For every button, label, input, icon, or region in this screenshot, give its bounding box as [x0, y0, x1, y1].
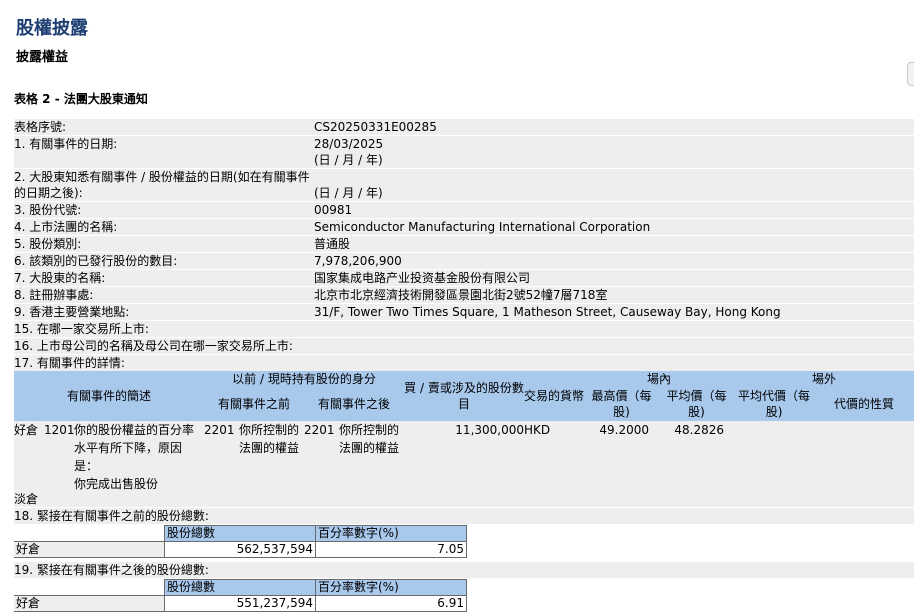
table-row: 好倉 1201 你的股份權益的百分率 水平有所下降，原因 是： 你完成出售股份 …: [14, 421, 914, 493]
field-label: 表格序號:: [14, 120, 67, 134]
avg-consideration-cell: [734, 421, 815, 493]
field-label: 9. 香港主要營業地點:: [14, 305, 130, 319]
field-label: 3. 股份代號:: [14, 203, 82, 217]
field-label: 8. 註冊辦事處:: [14, 288, 94, 302]
field-label-cont: 的日期之後):: [14, 186, 83, 200]
header-percentage: 百分率數字(%): [315, 525, 467, 542]
shares-cell: 11,300,000: [404, 421, 525, 493]
position-cell: 好倉: [14, 541, 165, 558]
desc-line: 水平有所下降，原因: [74, 441, 183, 455]
percentage-cell: 6.91: [315, 595, 467, 612]
header-total-shares: 股份總數: [164, 579, 316, 596]
total-shares-cell: 551,237,594: [164, 595, 316, 612]
page-subtitle: 披露權益: [16, 50, 69, 65]
field-value: 普通股: [314, 237, 351, 251]
event-code-cell: 1201: [44, 421, 75, 493]
field-label: 15. 在哪一家交易所上市:: [14, 322, 149, 336]
field-row: 9. 香港主要營業地點: 31/F, Tower Two Times Squar…: [14, 304, 914, 320]
field-row: 1. 有關事件的日期: 28/03/2025 (日 / 月 / 年): [14, 136, 914, 168]
field-row: 2. 大股東知悉有關事件 / 股份權益的日期(如在有關事件 的日期之後): (日…: [14, 169, 914, 201]
desc-line: 是：: [74, 459, 99, 473]
position-cell: 好倉: [14, 595, 165, 612]
field-value: 31/F, Tower Two Times Square, 1 Matheson…: [314, 305, 781, 319]
field-label: 1. 有關事件的日期:: [14, 137, 118, 151]
field-row: 16. 上市母公司的名稱及母公司在哪一家交易所上市:: [14, 338, 914, 354]
header-on-exchange: 場內: [584, 371, 735, 387]
field-label: 6. 該類別的已發行股份的數目:: [14, 254, 178, 268]
header-total-shares: 股份總數: [164, 525, 316, 542]
section-19-table: 股份總數 百分率數字(%) 好倉 551,237,594 6.91: [14, 579, 467, 612]
header-shares: 買 / 賣或涉及的股份數目: [404, 371, 525, 421]
field-value: CS20250331E00285: [314, 120, 437, 134]
header-high-price: 最高價（每股): [584, 387, 660, 421]
field-value: Semiconductor Manufacturing Internationa…: [314, 220, 651, 234]
short-position-label: 淡倉: [14, 491, 914, 507]
field-row: 17. 有關事件的詳情:: [14, 355, 914, 371]
field-row: 5. 股份類別: 普通股: [14, 236, 914, 252]
header-off-exchange: 場外: [734, 371, 914, 387]
header-before: 有關事件之前: [204, 387, 305, 421]
form-title: 表格 2 - 法團大股東通知: [14, 92, 148, 106]
field-row: 表格序號: CS20250331E00285: [14, 119, 914, 135]
field-row: 8. 註冊辦事處: 北京市北京經濟技術開發區景園北街2號52幢7層718室: [14, 287, 914, 303]
header-avg-consideration: 平均代價（每股): [734, 387, 815, 421]
header-percentage: 百分率數字(%): [315, 579, 467, 596]
event-details-table: 有關事件的簡述 以前 / 現時持有股份的身分 買 / 賣或涉及的股份數目 交易的…: [14, 371, 914, 493]
before-line: 你所控制的: [239, 423, 300, 437]
field-value: 7,978,206,900: [314, 254, 402, 268]
header-after: 有關事件之後: [304, 387, 405, 421]
currency-cell: HKD: [524, 421, 585, 493]
form-fields: 表格序號: CS20250331E00285 1. 有關事件的日期: 28/03…: [14, 119, 914, 372]
header-nature: 代價的性質: [814, 387, 914, 421]
header-summary: 有關事件的簡述: [14, 371, 205, 421]
field-value: 国家集成电路产业投资基金股份有限公司: [314, 271, 531, 285]
after-line: 法團的權益: [339, 441, 400, 455]
after-code-cell: 2201: [304, 421, 335, 493]
table-row: 好倉 562,537,594 7.05: [14, 541, 467, 558]
field-label: 5. 股份類別:: [14, 237, 82, 251]
field-row: 7. 大股東的名稱: 国家集成电路产业投资基金股份有限公司: [14, 270, 914, 286]
percentage-cell: 7.05: [315, 541, 467, 558]
field-row: 15. 在哪一家交易所上市:: [14, 321, 914, 337]
before-line: 法團的權益: [239, 441, 300, 455]
field-value: 北京市北京經濟技術開發區景園北街2號52幢7層718室: [314, 288, 608, 302]
field-label: 2. 大股東知悉有關事件 / 股份權益的日期(如在有關事件: [14, 170, 310, 184]
position-cell: 好倉: [14, 421, 44, 493]
desc-line: 你的股份權益的百分率: [74, 423, 195, 437]
field-label: 4. 上市法團的名稱:: [14, 220, 118, 234]
field-label: 7. 大股東的名稱:: [14, 271, 106, 285]
field-value: [314, 321, 914, 337]
header-currency: 交易的貨幣: [524, 371, 584, 421]
high-price-cell: 49.2000: [584, 421, 660, 493]
section-19-label: 19. 緊接在有關事件之後的股份總數:: [14, 562, 914, 578]
section-18-label: 18. 緊接在有關事件之前的股份總數:: [14, 508, 914, 524]
field-note: (日 / 月 / 年): [314, 153, 383, 167]
field-label: 16. 上市母公司的名稱及母公司在哪一家交易所上市:: [14, 339, 293, 353]
total-shares-cell: 562,537,594: [164, 541, 316, 558]
page-title: 股權披露: [16, 18, 88, 39]
section-18-table: 股份總數 百分率數字(%) 好倉 562,537,594 7.05: [14, 525, 467, 558]
field-row: 3. 股份代號: 00981: [14, 202, 914, 218]
field-row: 6. 該類別的已發行股份的數目: 7,978,206,900: [14, 253, 914, 269]
field-value: [314, 169, 914, 185]
before-code-cell: 2201: [204, 421, 235, 493]
table-row: 好倉 551,237,594 6.91: [14, 595, 467, 612]
field-value: [314, 338, 914, 354]
field-label: 17. 有關事件的詳情:: [14, 356, 125, 370]
field-value: [314, 355, 914, 371]
field-note: (日 / 月 / 年): [314, 186, 383, 200]
field-value: 00981: [314, 203, 353, 217]
after-line: 你所控制的: [339, 423, 400, 437]
field-row: 4. 上市法團的名稱: Semiconductor Manufacturing …: [14, 219, 914, 235]
nature-cell: [814, 421, 914, 493]
side-tab-handle[interactable]: [907, 62, 914, 86]
header-capacity: 以前 / 現時持有股份的身分: [204, 371, 405, 387]
field-value: 28/03/2025: [314, 137, 384, 151]
header-avg-price: 平均價（每股): [659, 387, 735, 421]
avg-price-cell: 48.2826: [659, 421, 735, 493]
